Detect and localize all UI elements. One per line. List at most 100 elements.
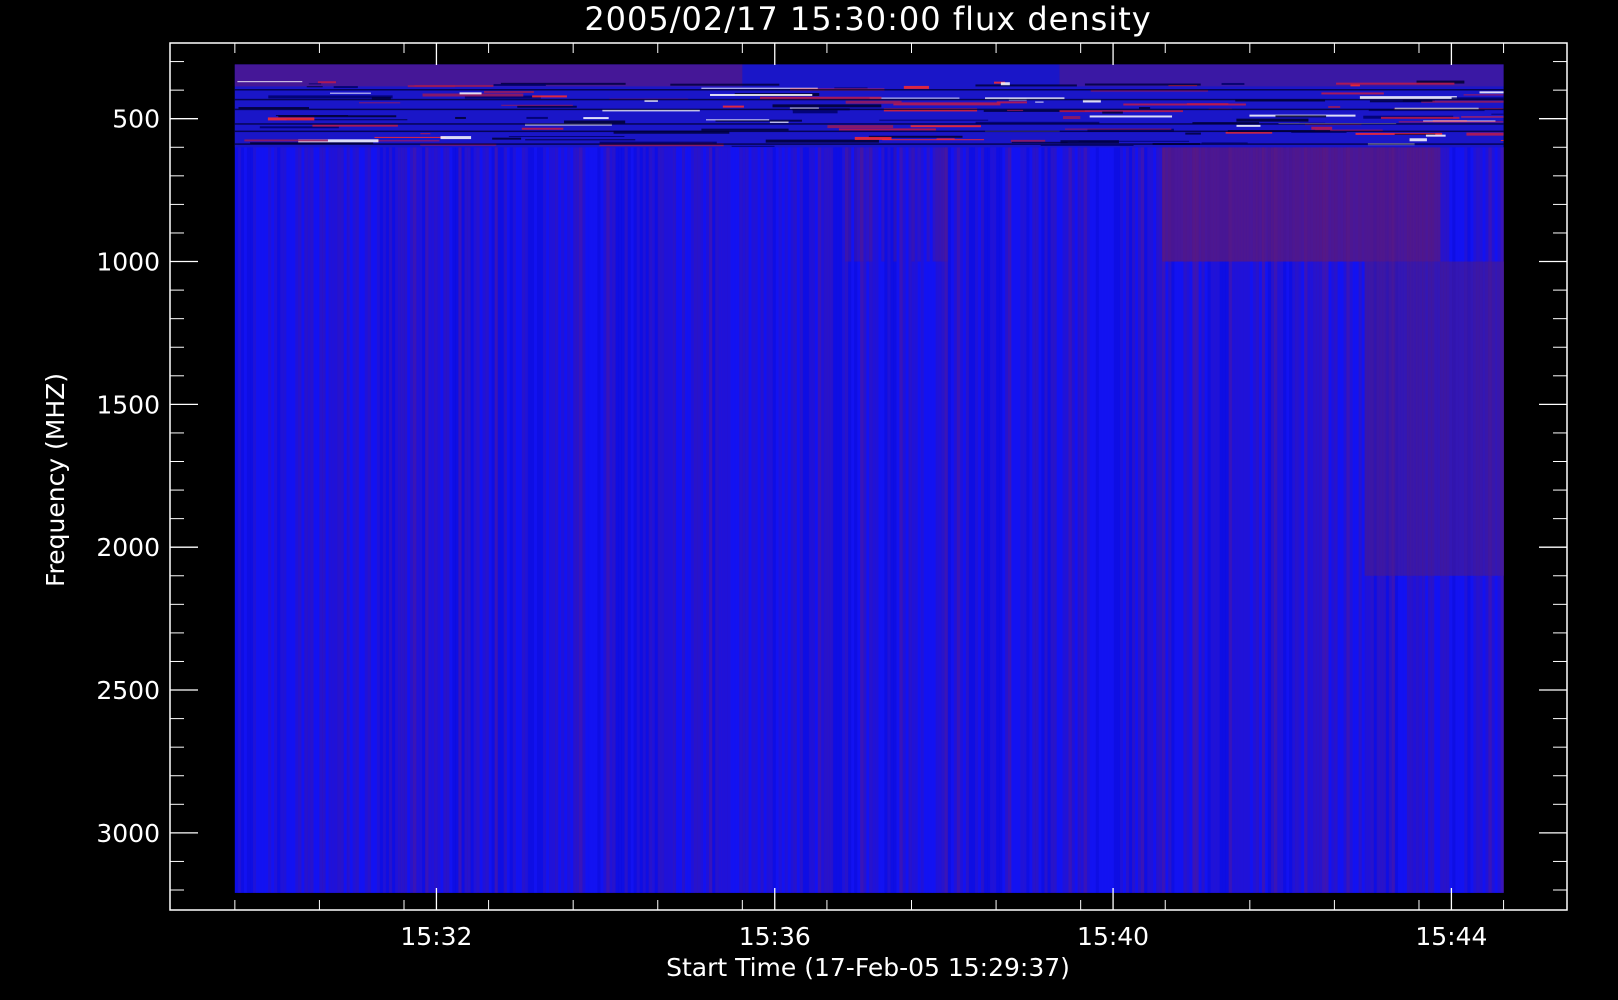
heatmap-column	[346, 147, 351, 893]
heatmap-enhancement	[1222, 147, 1227, 262]
heatmap-streak	[525, 139, 636, 141]
heatmap-enhancement	[1376, 147, 1381, 262]
heatmap-column	[340, 147, 344, 893]
heatmap-column	[1038, 147, 1042, 893]
heatmap-enhancement	[860, 147, 864, 262]
heatmap-enhancement	[1412, 147, 1417, 262]
heatmap-column	[515, 147, 520, 893]
heatmap-column	[313, 147, 317, 893]
heatmap-enhancement	[1165, 147, 1169, 262]
heatmap-column	[1008, 147, 1012, 893]
heatmap-column	[1104, 147, 1109, 893]
heatmap-column	[343, 147, 348, 893]
heatmap-column	[243, 147, 248, 893]
heatmap-column	[875, 147, 879, 893]
heatmap-column	[262, 147, 266, 893]
heatmap-column	[993, 147, 997, 893]
heatmap-enhancement	[1328, 147, 1332, 262]
heatmap-enhancement	[1171, 147, 1175, 262]
heatmap-enhancement	[1225, 147, 1230, 262]
heatmap-streak	[731, 145, 775, 147]
heatmap-enhancement	[1397, 261, 1402, 576]
heatmap-streak	[869, 97, 960, 99]
heatmap-enhancement	[1422, 261, 1426, 576]
heatmap-column	[645, 147, 650, 893]
heatmap-enhancement	[1488, 261, 1492, 576]
heatmap-enhancement	[1292, 147, 1296, 262]
heatmap-column	[452, 147, 456, 893]
heatmap-enhancement	[848, 147, 852, 262]
heatmap-streak	[882, 139, 985, 141]
heatmap-column	[482, 147, 486, 893]
heatmap-column	[1059, 147, 1063, 893]
heatmap-streak	[1423, 120, 1496, 122]
heatmap-enhancement	[1361, 147, 1366, 262]
heatmap-column	[760, 147, 764, 893]
heatmap-streak	[1409, 138, 1427, 142]
heatmap-enhancement	[1304, 147, 1308, 262]
heatmap-column	[1144, 147, 1148, 893]
heatmap-column	[437, 147, 441, 893]
heatmap-column	[790, 147, 795, 893]
heatmap-noise-band	[234, 64, 743, 87]
heatmap-column	[479, 147, 483, 893]
heatmap-streak	[792, 110, 838, 114]
heatmap-streak	[532, 95, 567, 98]
heatmap-column	[672, 147, 677, 893]
heatmap-enhancement	[917, 147, 921, 262]
heatmap-streak	[1201, 142, 1248, 144]
heatmap-enhancement	[1412, 261, 1417, 576]
heatmap-enhancement	[1289, 147, 1293, 262]
heatmap-enhancement	[1370, 261, 1375, 576]
heatmap-enhancement	[911, 147, 915, 262]
heatmap-enhancement	[1337, 147, 1341, 262]
heatmap-column	[358, 147, 363, 893]
heatmap-column	[621, 147, 625, 893]
heatmap-streak	[234, 123, 1504, 125]
heatmap-column	[835, 147, 840, 893]
heatmap-column	[724, 147, 728, 893]
heatmap-enhancement	[1473, 261, 1477, 576]
heatmap-column	[730, 147, 734, 893]
heatmap-streak	[1185, 132, 1201, 135]
heatmap-enhancement	[1443, 261, 1447, 576]
heatmap-column	[1150, 147, 1154, 893]
heatmap-streak	[234, 143, 1504, 145]
heatmap-column	[787, 147, 792, 893]
heatmap-streak	[827, 125, 894, 129]
heatmap-column	[582, 147, 586, 893]
heatmap-column	[1029, 147, 1033, 893]
heatmap-enhancement	[1394, 147, 1399, 262]
heatmap-streak	[1466, 132, 1504, 136]
heatmap-column	[286, 147, 290, 893]
heatmap-column	[763, 147, 767, 893]
heatmap-streak	[267, 117, 315, 121]
heatmap-column	[884, 147, 888, 893]
heatmap-streak	[879, 119, 989, 121]
heatmap-enhancement	[1461, 261, 1465, 576]
heatmap-column	[1135, 147, 1139, 893]
heatmap-column	[573, 147, 577, 893]
heatmap-enhancement	[1255, 147, 1260, 262]
heatmap-column	[908, 147, 912, 893]
heatmap-column	[509, 147, 514, 893]
heatmap-column	[1053, 147, 1057, 893]
heatmap-streak	[1425, 134, 1446, 137]
heatmap-streak	[975, 84, 1077, 87]
heatmap-column	[1110, 147, 1115, 893]
heatmap-streak	[501, 104, 573, 106]
heatmap-enhancement	[1355, 147, 1359, 262]
heatmap-enhancement	[1246, 147, 1251, 262]
heatmap-column	[289, 147, 293, 893]
heatmap-column	[1032, 147, 1036, 893]
heatmap-streak	[1461, 116, 1504, 118]
heatmap-streak	[1328, 105, 1341, 108]
heatmap-column	[1147, 147, 1151, 893]
heatmap-streak	[333, 86, 358, 89]
heatmap-enhancement	[1400, 261, 1405, 576]
heatmap-streak	[234, 98, 1504, 101]
heatmap-column	[1026, 147, 1030, 893]
heatmap-streak	[244, 139, 328, 142]
heatmap-enhancement	[1364, 147, 1369, 262]
heatmap-column	[533, 147, 538, 893]
